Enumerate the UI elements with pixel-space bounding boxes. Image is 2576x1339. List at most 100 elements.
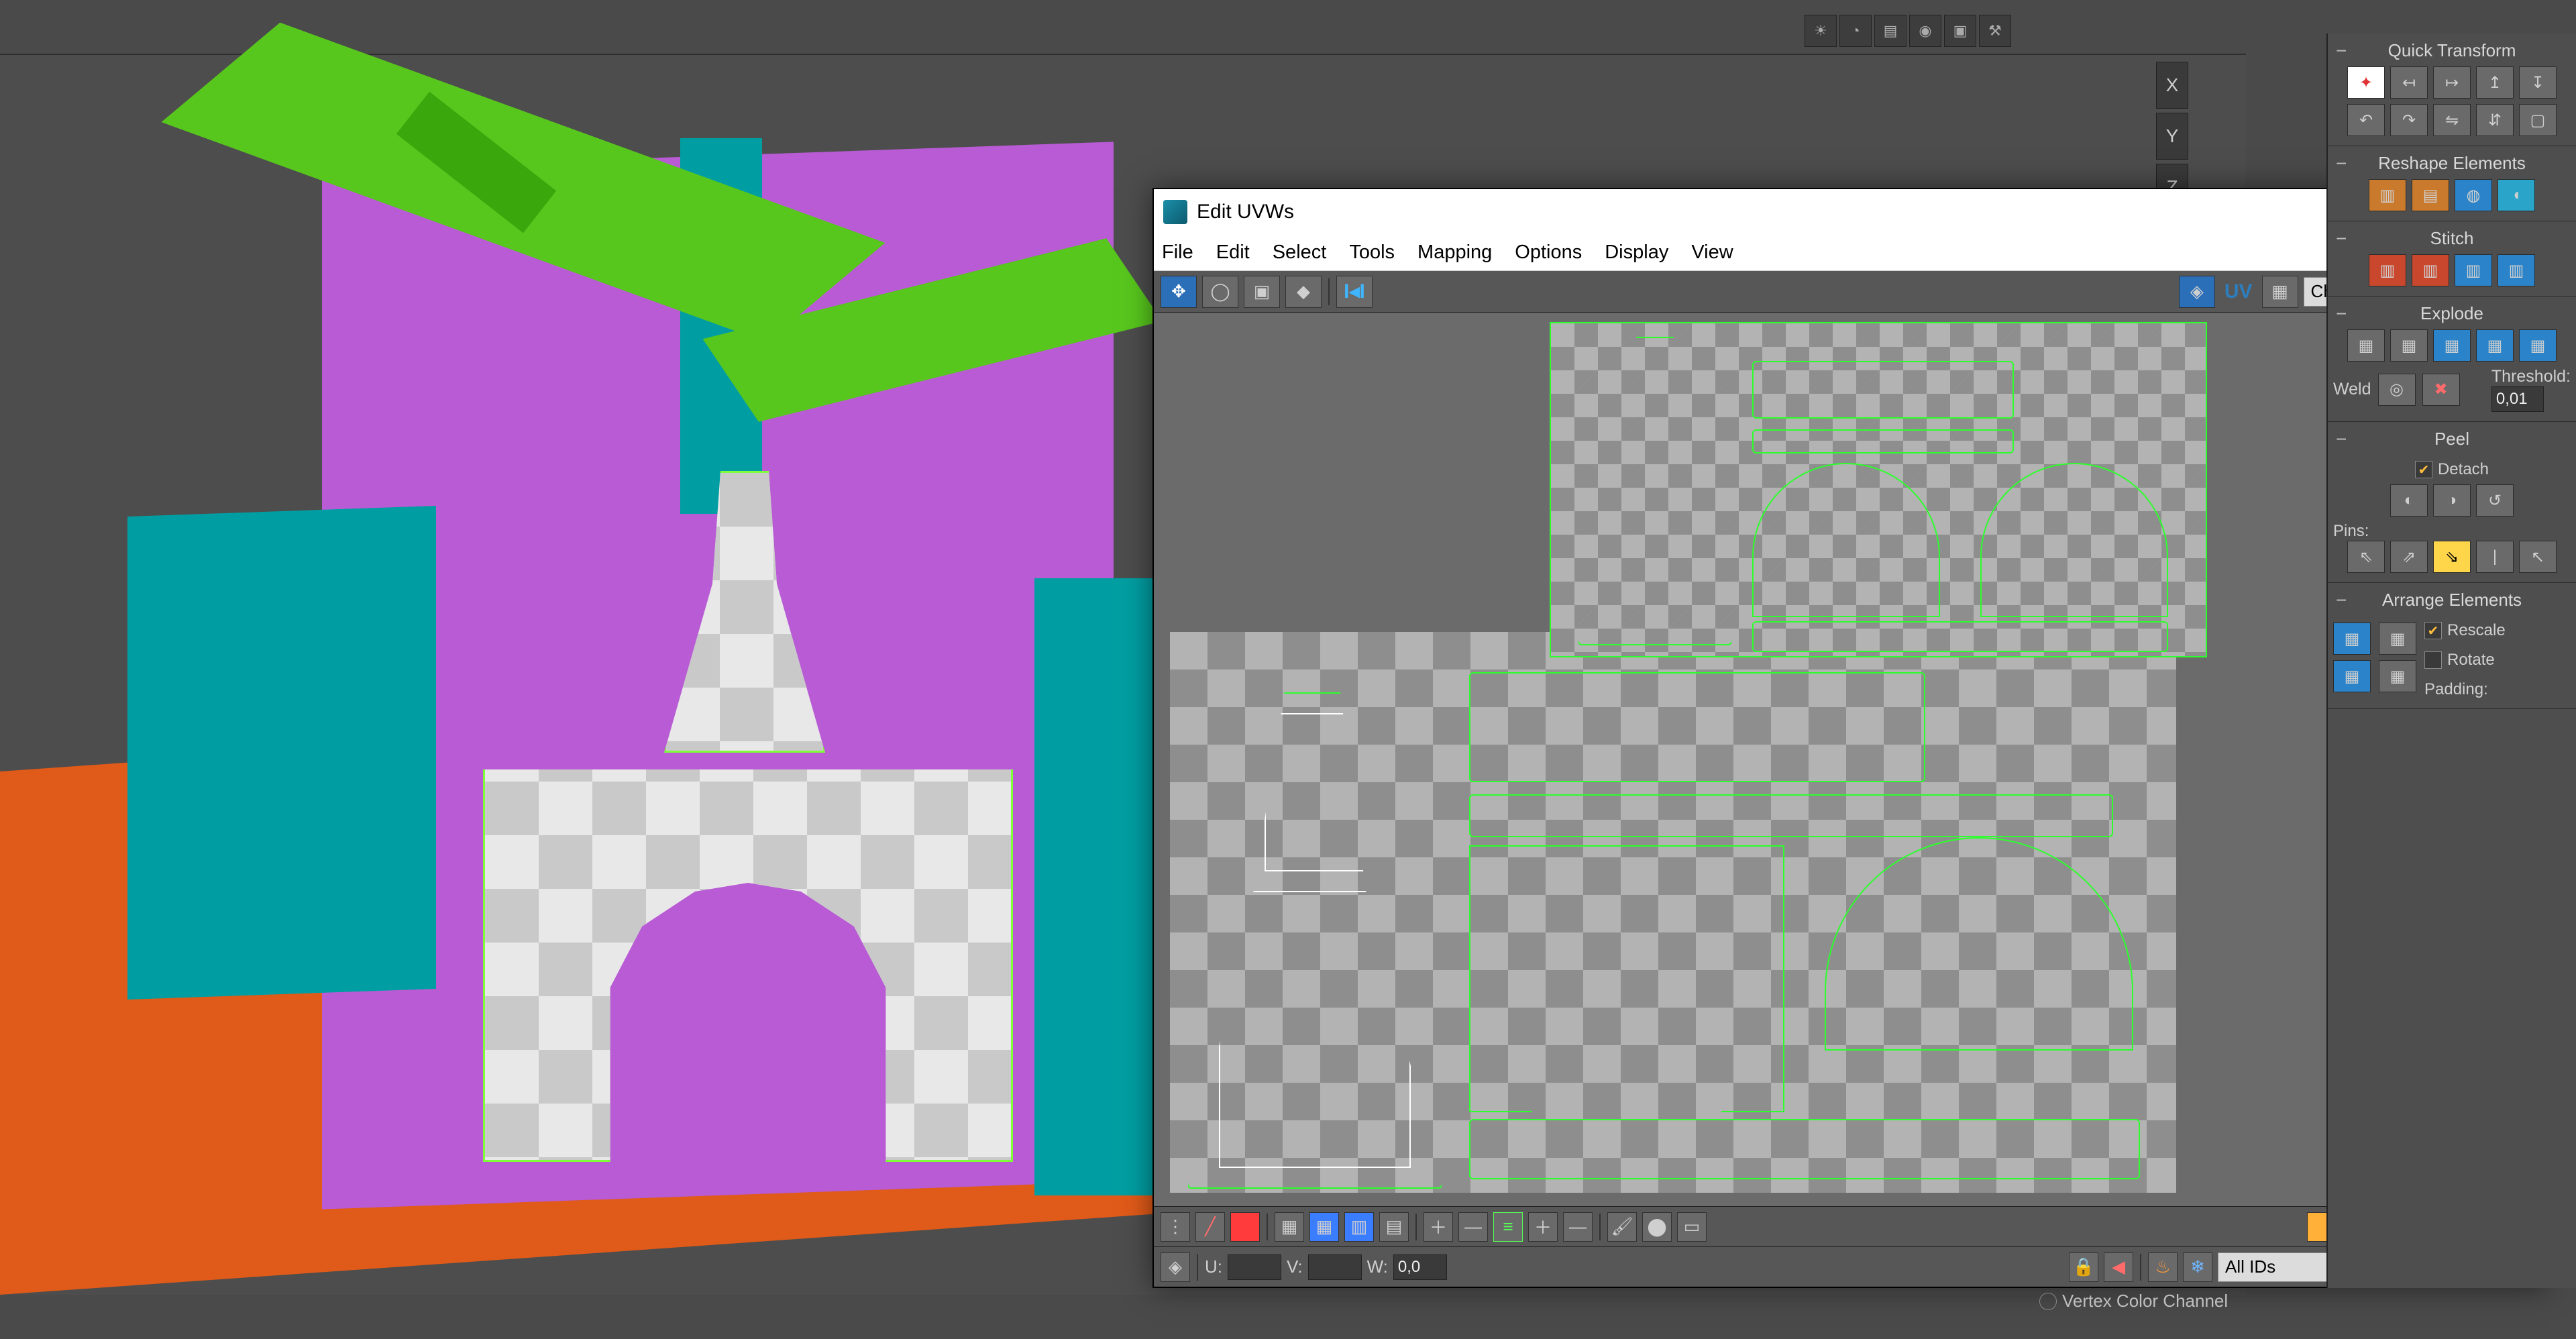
menu-tools[interactable]: Tools bbox=[1349, 242, 1395, 264]
vertex-subobj[interactable]: ⋮ bbox=[1161, 1212, 1190, 1242]
align-center[interactable]: ✦ bbox=[2347, 66, 2385, 99]
reshape-head[interactable]: Reshape Elements bbox=[2333, 150, 2571, 179]
pin-3[interactable]: ⇘ bbox=[2433, 541, 2471, 573]
mirror-tool[interactable]: I◂I bbox=[1336, 276, 1373, 308]
peel-2[interactable]: ◑ bbox=[2433, 484, 2471, 517]
pack-1[interactable]: ▦ bbox=[2333, 623, 2371, 655]
uv-island-chimney-s[interactable] bbox=[1578, 337, 1732, 645]
peel-head[interactable]: Peel bbox=[2333, 426, 2571, 455]
pin-4[interactable]: | bbox=[2476, 541, 2514, 573]
show-map-toggle[interactable]: ◈ bbox=[2179, 276, 2215, 308]
align-left[interactable]: ↤ bbox=[2390, 66, 2428, 99]
align-right[interactable]: ↦ bbox=[2433, 66, 2471, 99]
axis-y[interactable]: Y bbox=[2156, 113, 2188, 160]
brush-icon[interactable]: ⬤ bbox=[1642, 1212, 1672, 1242]
pin-5[interactable]: ↖ bbox=[2519, 541, 2557, 573]
menu-mapping[interactable]: Mapping bbox=[1417, 242, 1492, 264]
v-field[interactable] bbox=[1308, 1254, 1362, 1280]
scale-tool[interactable]: ▣ bbox=[1244, 276, 1280, 308]
uv-island-strip1-s[interactable] bbox=[1752, 361, 2014, 419]
stitch-2[interactable]: ▥ bbox=[2412, 254, 2449, 286]
axis-x[interactable]: X bbox=[2156, 62, 2188, 109]
globe-icon[interactable]: ◔ bbox=[1839, 15, 1872, 47]
rotate-tool[interactable]: ◯ bbox=[1202, 276, 1238, 308]
pack-4[interactable]: ▦ bbox=[2379, 660, 2416, 692]
camera-icon[interactable]: ◉ bbox=[1909, 15, 1941, 47]
paint-icon[interactable]: 🖌 bbox=[1607, 1212, 1637, 1242]
green-lines-icon[interactable]: ≡ bbox=[1493, 1212, 1523, 1242]
flip-h[interactable]: ⇋ bbox=[2433, 104, 2471, 136]
stitch-3[interactable]: ▥ bbox=[2455, 254, 2492, 286]
stitch-head[interactable]: Stitch bbox=[2333, 225, 2571, 254]
plus2-icon[interactable]: ＋ bbox=[1528, 1212, 1558, 1242]
pack-3[interactable]: ▦ bbox=[2379, 623, 2416, 655]
dash-icon[interactable]: — bbox=[1563, 1212, 1593, 1242]
uv-island-strip2[interactable] bbox=[1469, 794, 2113, 837]
uv-island-strip1[interactable] bbox=[1469, 672, 1925, 782]
straighten[interactable]: ▥ bbox=[2369, 179, 2406, 211]
poly-subobj[interactable] bbox=[1230, 1212, 1260, 1242]
relax3[interactable]: ◖ bbox=[2498, 179, 2535, 211]
stitch-1[interactable]: ▥ bbox=[2369, 254, 2406, 286]
lock-icon[interactable]: 🔒 bbox=[2069, 1252, 2098, 1282]
freeform-tool[interactable]: ◆ bbox=[1285, 276, 1322, 308]
pin-icon[interactable]: ◀ bbox=[2104, 1252, 2133, 1282]
w-field[interactable]: 0,0 bbox=[1393, 1254, 1447, 1280]
plus-icon[interactable]: ＋ bbox=[1424, 1212, 1453, 1242]
u-field[interactable] bbox=[1228, 1254, 1281, 1280]
stitch-4[interactable]: ▥ bbox=[2498, 254, 2535, 286]
menu-edit[interactable]: Edit bbox=[1216, 242, 1250, 264]
snapshot-icon[interactable]: ▣ bbox=[1944, 15, 1976, 47]
peel-1[interactable]: ◐ bbox=[2390, 484, 2428, 517]
hammer-icon[interactable]: ⚒ bbox=[1979, 15, 2011, 47]
select-loop[interactable]: ▤ bbox=[1379, 1212, 1409, 1242]
align-top[interactable]: ↥ bbox=[2476, 66, 2514, 99]
menu-options[interactable]: Options bbox=[1515, 242, 1582, 264]
fireplace-mesh[interactable] bbox=[483, 471, 1013, 1162]
target-icon[interactable]: ◈ bbox=[1161, 1252, 1190, 1282]
weld-target[interactable]: ◎ bbox=[2378, 374, 2416, 406]
snow-icon[interactable]: ❄ bbox=[2183, 1252, 2212, 1282]
pin-1[interactable]: ⇖ bbox=[2347, 541, 2385, 573]
screen-icon[interactable]: ▤ bbox=[1874, 15, 1907, 47]
uv-island-strip3-s[interactable] bbox=[1752, 621, 2168, 652]
weld-break[interactable]: ✖ bbox=[2422, 374, 2460, 406]
element-shrink[interactable]: ▦ bbox=[1309, 1212, 1339, 1242]
quick-transform-head[interactable]: Quick Transform bbox=[2333, 38, 2571, 66]
uv-island-dome1-s[interactable] bbox=[1752, 463, 1940, 617]
rotate-cw[interactable]: ↷ bbox=[2390, 104, 2428, 136]
align-bottom[interactable]: ↧ bbox=[2519, 66, 2557, 99]
detach-check[interactable]: ✔ bbox=[2415, 461, 2432, 478]
uv-island-strip3[interactable] bbox=[1469, 1119, 2140, 1179]
explode-1[interactable]: ▦ bbox=[2347, 329, 2385, 362]
explode-2[interactable]: ▦ bbox=[2390, 329, 2428, 362]
uv-island-strip2-s[interactable] bbox=[1752, 429, 2014, 453]
rotate-check[interactable] bbox=[2424, 651, 2442, 669]
uv-island-dome2-s[interactable] bbox=[1980, 463, 2168, 617]
element-grow[interactable]: ▦ bbox=[1275, 1212, 1304, 1242]
minus-icon[interactable]: — bbox=[1458, 1212, 1488, 1242]
threshold-field[interactable]: 0,01 bbox=[2491, 386, 2544, 412]
edge-subobj[interactable]: ╱ bbox=[1195, 1212, 1225, 1242]
flame-icon[interactable]: ♨ bbox=[2148, 1252, 2178, 1282]
sun-icon[interactable]: ☀ bbox=[1805, 15, 1837, 47]
pack-2[interactable]: ▦ bbox=[2333, 660, 2371, 692]
peel-reset[interactable]: ↺ bbox=[2476, 484, 2514, 517]
rotate-ccw[interactable]: ↶ bbox=[2347, 104, 2385, 136]
menu-display[interactable]: Display bbox=[1605, 242, 1668, 264]
fit[interactable]: ▢ bbox=[2519, 104, 2557, 136]
eraser-icon[interactable]: ▭ bbox=[1677, 1212, 1707, 1242]
vertex-color-label[interactable]: Vertex Color Channel bbox=[2039, 1291, 2228, 1311]
relax2[interactable]: ◍ bbox=[2455, 179, 2492, 211]
menu-view[interactable]: View bbox=[1691, 242, 1733, 264]
explode-5[interactable]: ▦ bbox=[2519, 329, 2557, 362]
select-ring[interactable]: ▥ bbox=[1344, 1212, 1374, 1242]
pin-2[interactable]: ⇗ bbox=[2390, 541, 2428, 573]
menu-select[interactable]: Select bbox=[1273, 242, 1327, 264]
move-tool[interactable]: ✥ bbox=[1161, 276, 1197, 308]
rescale-check[interactable]: ✔ bbox=[2424, 622, 2442, 639]
relax1[interactable]: ▤ bbox=[2412, 179, 2449, 211]
arrange-head[interactable]: Arrange Elements bbox=[2333, 587, 2571, 616]
flip-v[interactable]: ⇵ bbox=[2476, 104, 2514, 136]
explode-3[interactable]: ▦ bbox=[2433, 329, 2471, 362]
